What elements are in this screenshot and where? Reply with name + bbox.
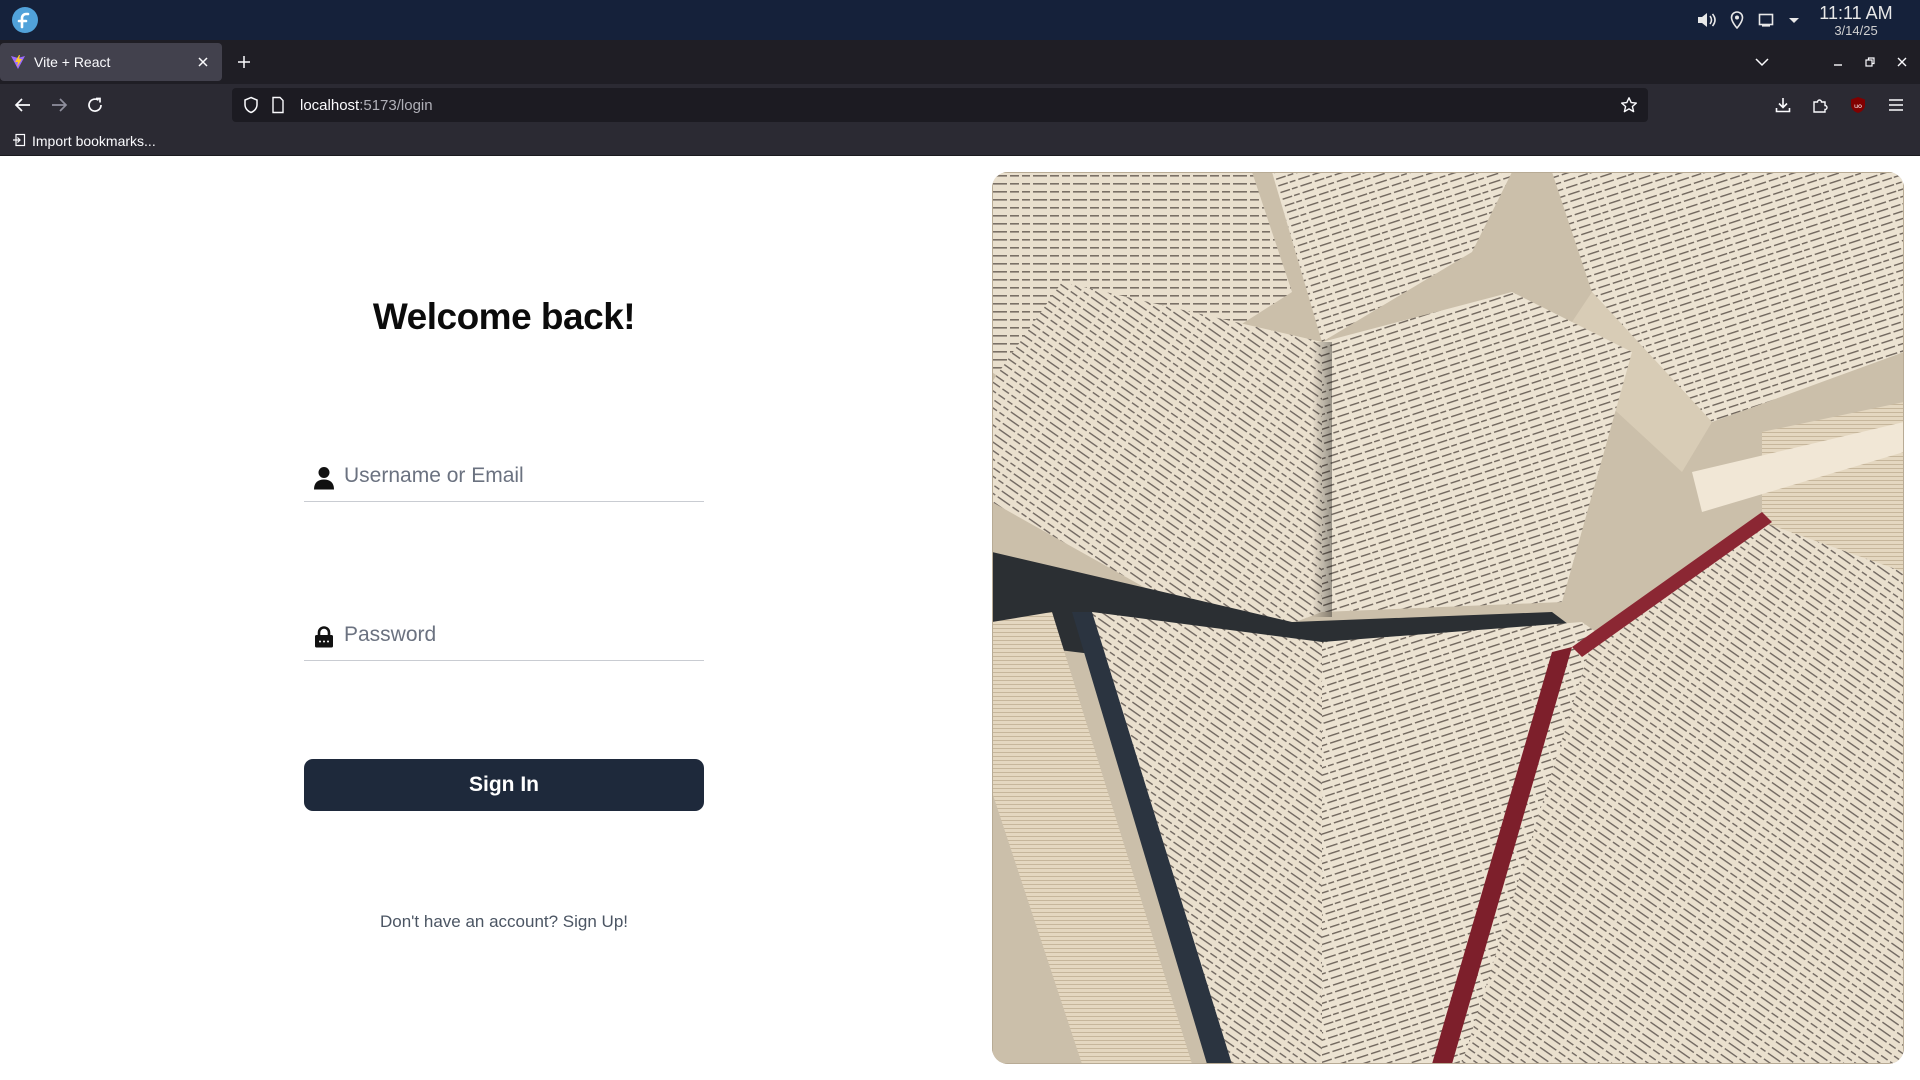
bookmark-star-icon[interactable] [1620,96,1638,114]
tracking-shield-icon[interactable] [242,96,260,114]
svg-text:uo: uo [1854,102,1862,110]
url-path: :5173/login [359,96,433,114]
forward-arrow-icon[interactable] [47,93,71,117]
clock-time: 11:11 AM [1819,3,1893,23]
import-bookmarks-link[interactable]: Import bookmarks... [12,131,156,151]
page-info-icon[interactable] [270,96,286,114]
downloads-icon[interactable] [1771,93,1795,117]
login-form: Welcome back! Sign In Don't have an acco… [304,156,704,1080]
os-top-bar: 11:11 AM 3/14/25 [0,0,1920,40]
tab-vite-react[interactable]: Vite + React [0,43,222,81]
page-title: Welcome back! [372,296,636,337]
import-icon [12,133,26,150]
username-input[interactable] [344,458,694,494]
user-icon [312,466,336,490]
url-bar[interactable]: localhost:5173/login [232,88,1648,122]
nav-toolbar: localhost:5173/login uo [0,84,1920,126]
hamburger-menu-icon[interactable] [1884,93,1908,117]
sign-up-link[interactable]: Don't have an account? Sign Up! [380,912,628,931]
window-close-icon[interactable] [1892,52,1912,72]
minimize-icon[interactable] [1828,52,1848,72]
volume-icon[interactable] [1696,11,1716,29]
username-field [304,446,704,502]
fedora-logo-icon[interactable] [12,7,38,33]
page-content: Welcome back! Sign In Don't have an acco… [0,156,1920,1080]
tab-strip: Vite + React [0,40,1920,84]
list-all-tabs-chevron-icon[interactable] [1752,52,1772,72]
lock-icon [312,625,336,649]
url-text[interactable]: localhost:5173/login [300,97,433,114]
bookmarks-bar: Import bookmarks... [0,126,1920,156]
clock[interactable]: 11:11 AM 3/14/25 [1806,3,1906,38]
system-tray [1696,8,1800,32]
books-hero-image [992,172,1904,1064]
tab-title: Vite + React [34,54,111,70]
signup-prompt: Don't have an account? Sign Up! [304,912,704,932]
import-bookmarks-label: Import bookmarks... [32,133,156,149]
password-field [304,605,704,661]
restore-icon[interactable] [1860,52,1880,72]
dropdown-icon[interactable] [1788,15,1800,25]
tab-close-icon[interactable] [194,53,212,71]
clock-date: 3/14/25 [1834,23,1878,38]
reload-icon[interactable] [83,93,107,117]
password-input[interactable] [344,617,694,653]
location-icon[interactable] [1730,11,1744,29]
url-host: localhost [300,96,360,114]
books-illustration [992,172,1904,1064]
vite-favicon-icon [10,54,26,70]
extensions-puzzle-icon[interactable] [1808,93,1832,117]
sign-in-button[interactable]: Sign In [304,759,704,811]
new-tab-plus-icon[interactable] [234,52,254,72]
ublock-origin-icon[interactable]: uo [1846,93,1870,117]
screen-icon[interactable] [1758,12,1774,28]
back-arrow-icon[interactable] [11,93,35,117]
